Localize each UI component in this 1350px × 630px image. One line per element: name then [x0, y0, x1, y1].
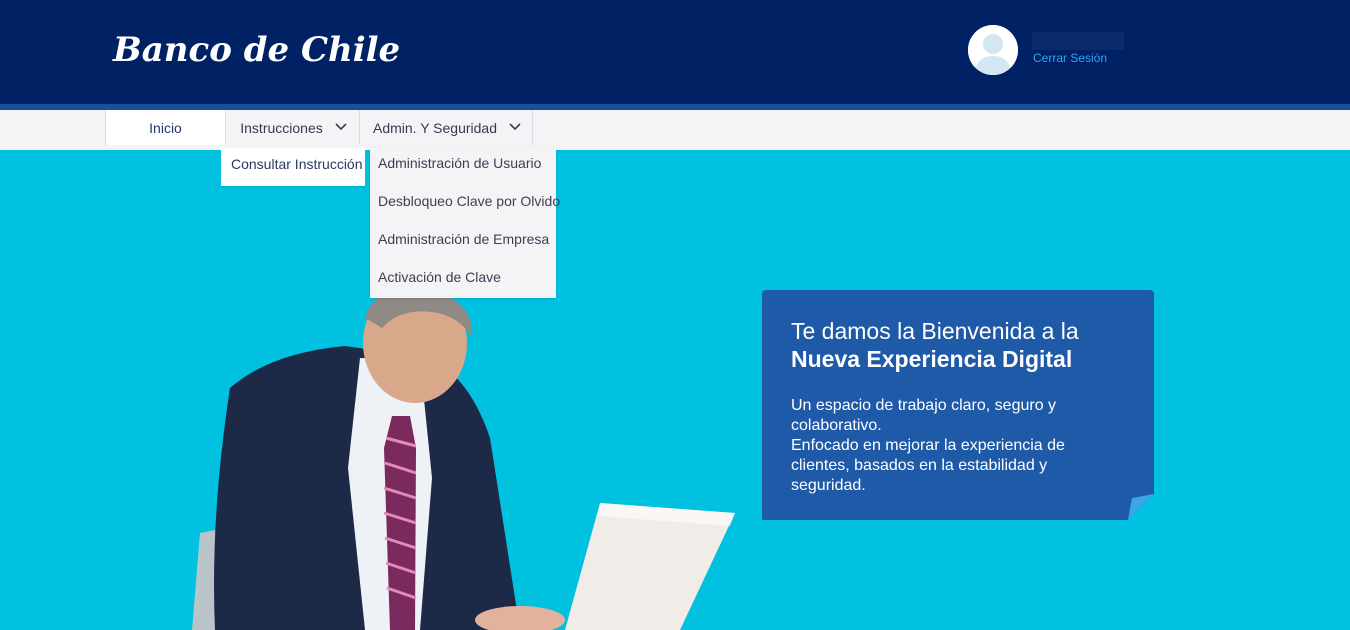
top-header: Banco de Chile Cerrar Sesión — [0, 0, 1350, 106]
welcome-description-line: Un espacio de trabajo claro, seguro y — [791, 397, 1057, 414]
chevron-down-icon — [509, 122, 521, 133]
menu-item-desbloqueo-clave[interactable]: Desbloqueo Clave por Olvido — [378, 193, 560, 209]
nav-item-label: Inicio — [149, 119, 182, 136]
nav-item-inicio[interactable]: Inicio — [105, 110, 226, 145]
nav-item-label: Admin. Y Seguridad — [372, 119, 497, 136]
dropdown-admin-seguridad: Administración de Usuario Desbloqueo Cla… — [370, 148, 560, 298]
menu-item-administracion-usuario[interactable]: Administración de Usuario — [378, 155, 541, 171]
dropdown-instrucciones: Consultar Instrucción — [221, 148, 365, 186]
page-fold-decoration — [1128, 494, 1154, 520]
menu-item-consultar-instruccion[interactable]: Consultar Instrucción — [231, 156, 363, 172]
nav-item-admin-seguridad[interactable]: Admin. Y Seguridad — [360, 110, 533, 145]
welcome-title-highlight: Nueva Experiencia Digital — [791, 346, 1073, 372]
main-nav: Inicio Instrucciones Admin. Y Seguridad — [0, 110, 1350, 150]
welcome-description: Un espacio de trabajo claro, seguro y co… — [791, 396, 1111, 496]
welcome-description-line: colaborativo. — [791, 417, 882, 434]
user-avatar-icon[interactable] — [968, 25, 1018, 75]
welcome-card: Te damos la Bienvenida a la Nueva Experi… — [762, 290, 1154, 520]
welcome-title: Te damos la Bienvenida a la — [791, 318, 1079, 344]
bank-logo[interactable]: Banco de Chile — [113, 30, 400, 70]
welcome-description-line: seguridad. — [791, 477, 866, 494]
businessman-laptop-image — [192, 298, 735, 630]
nav-item-instrucciones[interactable]: Instrucciones — [226, 110, 360, 145]
menu-item-activacion-clave[interactable]: Activación de Clave — [378, 269, 501, 285]
menu-item-administracion-empresa[interactable]: Administración de Empresa — [378, 231, 549, 247]
user-name — [1032, 32, 1124, 50]
logout-link[interactable]: Cerrar Sesión — [1033, 51, 1107, 65]
chevron-down-icon — [335, 122, 347, 133]
welcome-description-line: Enfocado en mejorar la experiencia de — [791, 437, 1065, 454]
welcome-description-line: clientes, basados en la estabilidad y — [791, 457, 1048, 474]
nav-item-label: Instrucciones — [240, 119, 323, 136]
